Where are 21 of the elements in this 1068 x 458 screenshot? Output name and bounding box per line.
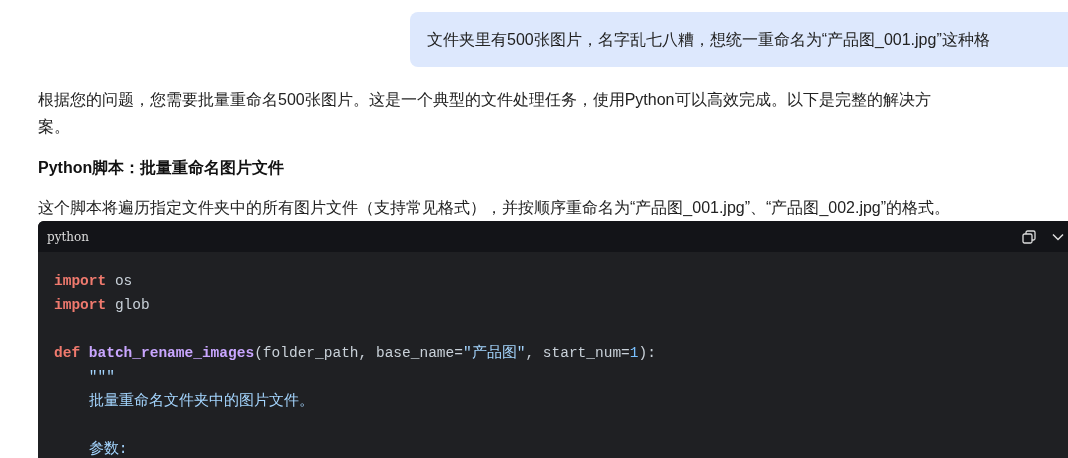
code-text: glob (114, 297, 150, 313)
code-text: (folder_path, base_name= (254, 345, 463, 361)
code-docstring: """ (88, 369, 115, 385)
code-text: os (114, 273, 133, 289)
chevron-down-icon[interactable] (1052, 232, 1064, 241)
code-number: 1 (629, 345, 639, 361)
answer-paragraph: 这个脚本将遍历指定文件夹中的所有图片文件（支持常见格式），并按顺序重命名为“产品图_001.jpg”、“产品图_002.jpg”的格式。 (38, 198, 952, 218)
user-message: 文件夹里有500张图片，名字乱七八糟，想统一重命名为“产品图_001.jpg”这种格 (410, 12, 1068, 67)
code-text: , start_num= (525, 345, 630, 361)
code-docstring: 参数: (88, 441, 128, 457)
code-string: "产品图" (462, 345, 526, 361)
answer-paragraph: 根据您的问题，您需要批量重命名500张图片。这是一个典型的文件处理任务，使用Python可以高效完成。以下是完整的解决方案。 (38, 90, 932, 137)
code-keyword: import (54, 297, 107, 313)
code-language: python (47, 229, 90, 244)
code-keyword: def (54, 345, 81, 361)
copy-icon[interactable] (1022, 229, 1036, 244)
code-text: ): (638, 345, 656, 361)
answer-heading: Python脚本：批量重命名图片文件 (38, 158, 286, 178)
code-function-name: batch_rename_images (88, 345, 255, 361)
code-docstring: 批量重命名文件夹中的图片文件。 (88, 393, 314, 409)
code-keyword: import (54, 273, 107, 289)
